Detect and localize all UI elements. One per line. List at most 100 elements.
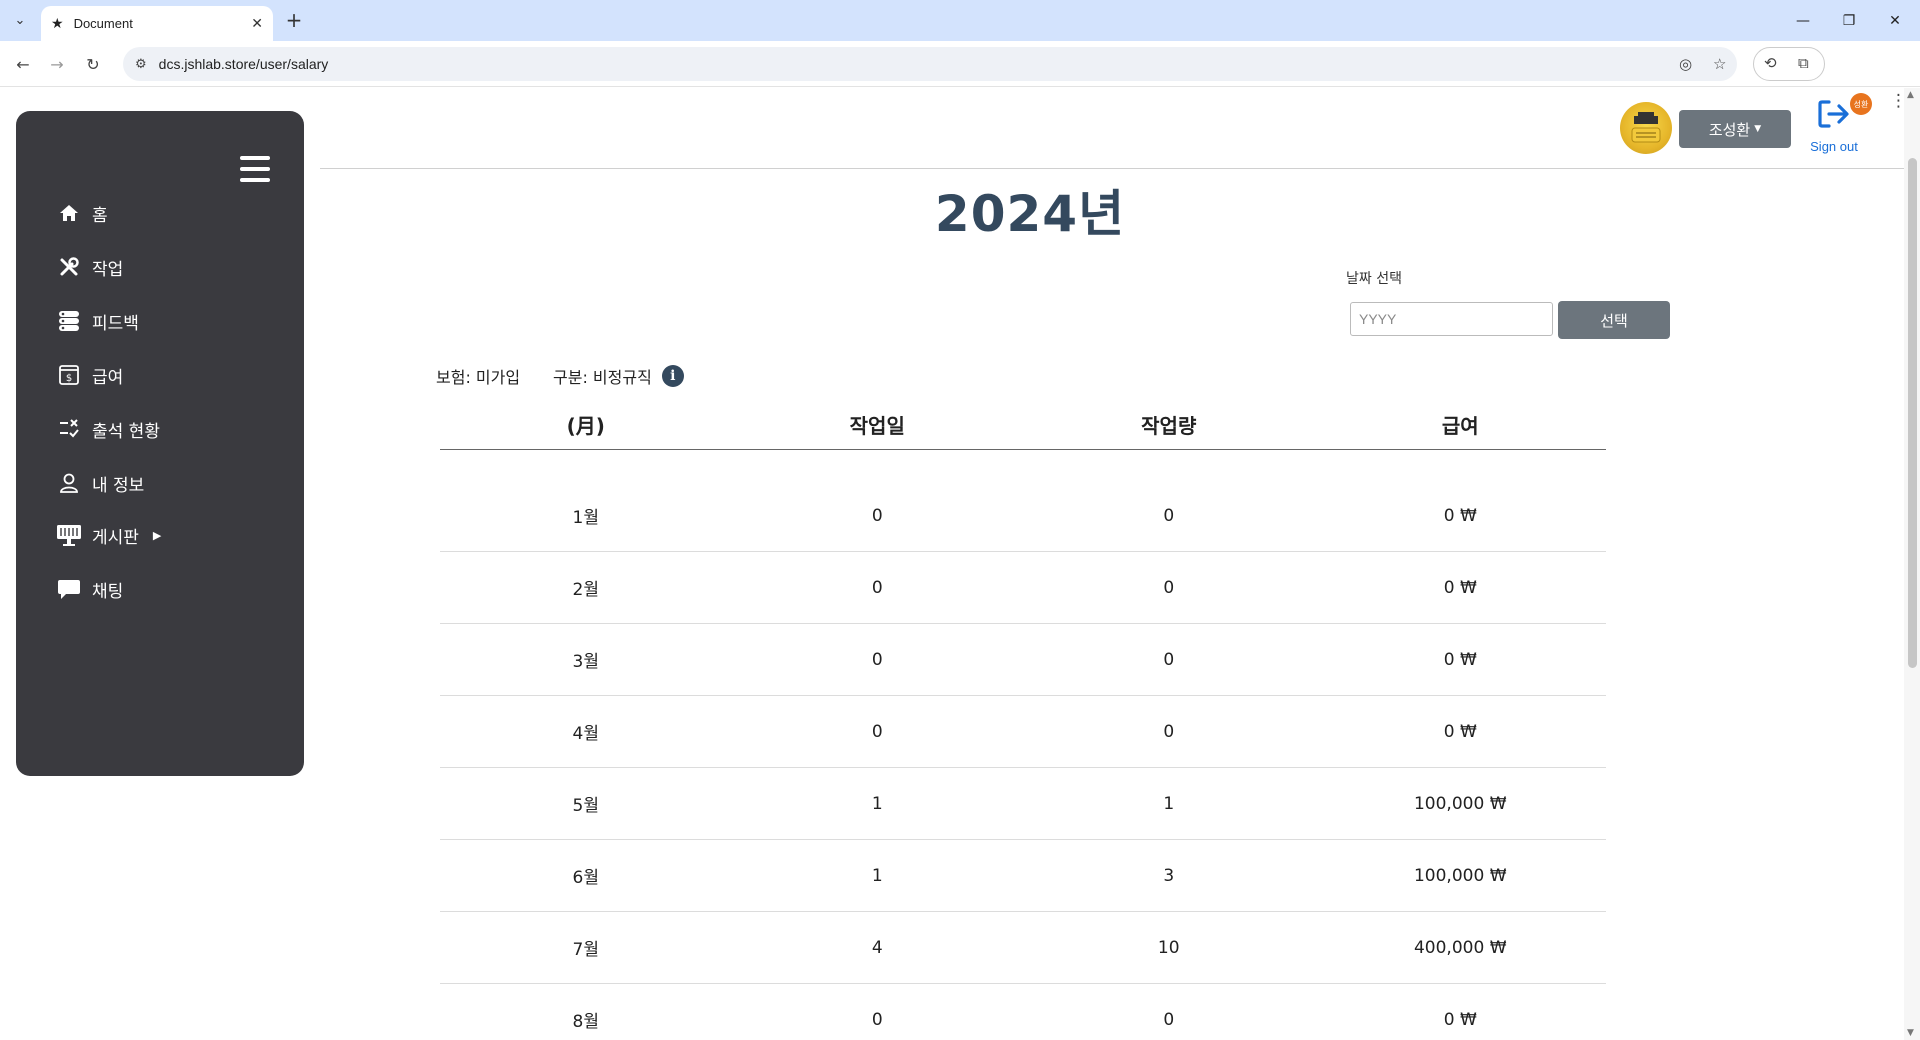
eye-off-icon[interactable]: ◎ [1679, 55, 1692, 73]
restore-icon[interactable]: ❐ [1826, 0, 1872, 41]
cell-month: 2월 [572, 580, 599, 600]
cell-salary: 0 ₩ [1443, 721, 1477, 742]
cell-month: 4월 [572, 724, 599, 744]
new-tab-icon[interactable]: + [282, 8, 306, 32]
signout-button[interactable]: Sign out [1806, 98, 1862, 154]
sidebar-item-attendance[interactable]: 출석 현황 [56, 416, 160, 442]
sidebar-item-label: 출석 현황 [92, 421, 160, 442]
sidebar-item-home[interactable]: 홈 [56, 200, 108, 226]
cell-workdays: 0 [871, 577, 883, 598]
board-icon [56, 522, 82, 548]
cell-workdays: 0 [871, 1009, 883, 1030]
year-input[interactable] [1350, 302, 1553, 336]
cell-salary: 400,000 ₩ [1413, 937, 1507, 958]
sidebar-item-label: 게시판 [92, 527, 139, 548]
cell-salary: 0 ₩ [1443, 649, 1477, 670]
forward-icon[interactable]: → [44, 51, 70, 77]
cell-workload: 0 [1163, 649, 1175, 670]
browser-tab-bar: ⌄ ★ Document ✕ + — ❐ ✕ [0, 0, 1920, 41]
sidebar-item-label: 작업 [92, 259, 124, 280]
scroll-up-icon[interactable]: ▲ [1907, 90, 1914, 100]
extensions-icon[interactable]: ⧉ [1798, 54, 1809, 72]
info-icon[interactable]: i [661, 365, 684, 387]
employment-type-label: 구분: 비정규직 [553, 368, 652, 387]
table-header: (月) 작업일 작업량 급여 [440, 408, 1606, 450]
table-row: 8월 0 0 0 ₩ [440, 984, 1606, 1040]
sidebar: 홈 작업 피드백 $ 급여 출석 현황 내 정보 게시판 ▶ 채팅 [16, 111, 304, 776]
salary-icon: $ [56, 362, 82, 388]
cell-month: 1월 [572, 508, 599, 528]
attendance-icon [56, 416, 82, 442]
user-name: 조성환 [1708, 120, 1751, 139]
date-select-label: 날짜 선택 [1346, 271, 1402, 287]
column-header-workload: 작업량 [1141, 414, 1197, 438]
scrollbar-thumb[interactable] [1908, 158, 1917, 668]
cell-month: 6월 [572, 868, 599, 888]
user-dropdown-button[interactable]: 조성환 ▼ [1679, 110, 1791, 148]
cell-salary: 100,000 ₩ [1413, 865, 1507, 886]
cell-workdays: 0 [871, 649, 883, 670]
employment-type: 구분: 비정규직 i [553, 364, 684, 388]
sidebar-item-salary[interactable]: $ 급여 [56, 362, 123, 388]
table-row: 6월 1 3 100,000 ₩ [440, 840, 1606, 912]
sidebar-item-label: 피드백 [92, 313, 139, 334]
address-bar[interactable]: ⚙ dcs.jshlab.store/user/salary ◎ ☆ [123, 47, 1737, 81]
sync-icon[interactable]: ⟲ [1764, 54, 1777, 72]
cell-month: 7월 [572, 940, 599, 960]
tab-search-icon[interactable]: ⌄ [8, 8, 32, 32]
cell-workload: 1 [1163, 793, 1175, 814]
scroll-down-icon[interactable]: ▼ [1907, 1028, 1914, 1038]
page-scrollbar[interactable]: ▲ ▼ [1904, 88, 1920, 1040]
sidebar-item-my-info[interactable]: 내 정보 [56, 470, 144, 496]
minimize-icon[interactable]: — [1780, 0, 1826, 41]
table-row: 4월 0 0 0 ₩ [440, 696, 1606, 768]
close-tab-icon[interactable]: ✕ [251, 16, 263, 32]
cell-workload: 0 [1163, 1009, 1175, 1030]
cell-workload: 0 [1163, 577, 1175, 598]
tools-icon [56, 254, 82, 280]
browser-tab[interactable]: ★ Document ✕ [41, 6, 273, 41]
caret-right-icon: ▶ [152, 528, 162, 542]
sidebar-item-label: 내 정보 [92, 475, 145, 496]
avatar[interactable] [1620, 102, 1672, 154]
close-window-icon[interactable]: ✕ [1872, 0, 1918, 41]
chevron-down-icon: ▼ [1754, 124, 1762, 134]
cell-salary: 100,000 ₩ [1413, 793, 1507, 814]
insurance-status: 보험: 미가입 [436, 368, 521, 387]
table-row: 2월 0 0 0 ₩ [440, 552, 1606, 624]
cell-workload: 10 [1157, 937, 1180, 958]
table-body: 1월 0 0 0 ₩ 2월 0 0 0 ₩ 3월 0 0 0 ₩ 4월 0 0 0 ₩ 5월 1 1 100,000 … [440, 480, 1606, 1040]
table-row: 3월 0 0 0 ₩ [440, 624, 1606, 696]
table-row: 5월 1 1 100,000 ₩ [440, 768, 1606, 840]
sidebar-item-label: 채팅 [92, 581, 124, 602]
column-header-salary: 급여 [1441, 414, 1479, 438]
sidebar-item-work[interactable]: 작업 [56, 254, 123, 280]
sidebar-item-feedback[interactable]: 피드백 [56, 308, 139, 334]
bookmark-star-icon[interactable]: ☆ [1713, 55, 1726, 73]
cell-workdays: 1 [871, 793, 883, 814]
cell-workdays: 4 [871, 937, 883, 958]
salary-table: (月) 작업일 작업량 급여 1월 0 0 0 ₩ 2월 0 0 0 ₩ 3월 0 0 0 ₩ 4월 0 0… [440, 408, 1606, 1040]
cell-workload: 0 [1163, 721, 1175, 742]
page-title: 2024년 [934, 185, 1126, 243]
star-favicon-icon: ★ [51, 15, 64, 32]
back-icon[interactable]: ← [10, 51, 36, 77]
feedback-icon [56, 308, 82, 334]
select-button[interactable]: 선택 [1558, 301, 1670, 339]
cell-month: 5월 [572, 796, 599, 816]
reload-icon[interactable]: ↻ [80, 51, 106, 77]
sidebar-item-board[interactable]: 게시판 ▶ [56, 522, 161, 548]
sidebar-item-chat[interactable]: 채팅 [56, 576, 123, 602]
page-viewport: 홈 작업 피드백 $ 급여 출석 현황 내 정보 게시판 ▶ 채팅 조성환 ▼ … [0, 88, 1920, 1040]
hamburger-menu-icon[interactable] [240, 156, 270, 182]
url-text: dcs.jshlab.store/user/salary [158, 56, 329, 72]
user-icon [56, 470, 82, 496]
tab-title: Document [73, 16, 133, 31]
cell-workdays: 0 [871, 505, 883, 526]
sidebar-item-label: 홈 [92, 205, 108, 226]
signout-icon [1806, 98, 1862, 139]
cell-workdays: 0 [871, 721, 883, 742]
cell-month: 8월 [572, 1012, 599, 1032]
site-settings-icon[interactable]: ⚙ [135, 57, 147, 72]
cell-workload: 3 [1163, 865, 1175, 886]
